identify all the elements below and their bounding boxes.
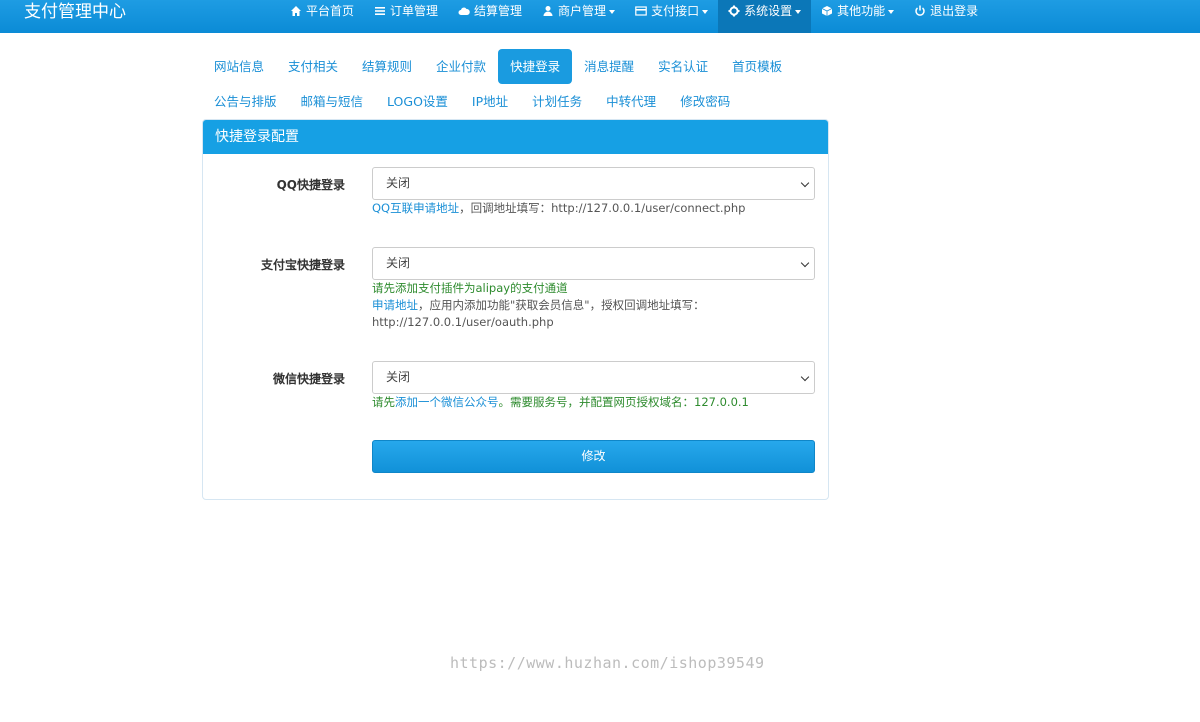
card-icon xyxy=(635,6,647,16)
wechat-login-label: 微信快捷登录 xyxy=(272,372,345,386)
wechat-login-select[interactable]: 关闭 xyxy=(372,361,815,394)
tab-announcement[interactable]: 公告与排版 xyxy=(202,84,289,119)
settings-tabs: 网站信息 支付相关 结算规则 企业付款 快捷登录 消息提醒 实名认证 首页模板 … xyxy=(202,49,832,119)
watermark-text: https://www.huzhan.com/ishop39549 xyxy=(450,654,765,672)
alipay-notice: 请先添加支付插件为alipay的支付通道 xyxy=(372,281,568,295)
top-navbar: 支付管理中心 平台首页 订单管理 结算管理 商户管理 支付接口 系统设置 其他功… xyxy=(0,0,1200,33)
alipay-help-text: ，应用内添加功能"获取会员信息"，授权回调地址填写： xyxy=(418,298,705,312)
tab-scheduled-tasks[interactable]: 计划任务 xyxy=(520,84,594,119)
qq-callback-text: ，回调地址填写：http://127.0.0.1/user/connect.ph… xyxy=(459,201,746,215)
nav-merchants[interactable]: 商户管理 xyxy=(532,0,625,33)
tab-payment[interactable]: 支付相关 xyxy=(276,49,350,84)
qq-login-select[interactable]: 关闭 xyxy=(372,167,815,200)
nav-merchants-label: 商户管理 xyxy=(558,4,607,18)
alipay-login-label: 支付宝快捷登录 xyxy=(260,258,345,272)
chevron-down-icon xyxy=(795,10,802,14)
alipay-callback-url: http://127.0.0.1/user/oauth.php xyxy=(372,315,554,329)
main-nav: 平台首页 订单管理 结算管理 商户管理 支付接口 系统设置 其他功能 退出登录 xyxy=(280,0,988,33)
qq-apply-link[interactable]: QQ互联申请地址 xyxy=(372,201,459,215)
alipay-login-value: 关闭 xyxy=(386,256,411,270)
tab-change-password[interactable]: 修改密码 xyxy=(668,84,742,119)
chevron-down-icon xyxy=(800,258,810,268)
nav-logout-label: 退出登录 xyxy=(930,4,979,18)
home-icon xyxy=(291,6,301,16)
submit-button[interactable]: 修改 xyxy=(372,440,815,473)
tab-enterprise-payment[interactable]: 企业付款 xyxy=(424,49,498,84)
tab-notifications[interactable]: 消息提醒 xyxy=(572,49,646,84)
cloud-icon xyxy=(458,7,470,15)
tab-settlement-rules[interactable]: 结算规则 xyxy=(350,49,424,84)
chevron-down-icon xyxy=(800,372,810,382)
wechat-notice-pre: 请先 xyxy=(372,395,395,409)
tab-proxy[interactable]: 中转代理 xyxy=(594,84,668,119)
alipay-login-select[interactable]: 关闭 xyxy=(372,247,815,280)
nav-orders-label: 订单管理 xyxy=(390,4,439,18)
nav-orders[interactable]: 订单管理 xyxy=(364,0,448,33)
chevron-down-icon xyxy=(702,10,709,14)
tab-quick-login[interactable]: 快捷登录 xyxy=(498,49,573,84)
chevron-down-icon xyxy=(609,10,616,14)
nav-other-functions[interactable]: 其他功能 xyxy=(811,0,904,33)
tab-real-name[interactable]: 实名认证 xyxy=(646,49,720,84)
panel-title: 快捷登录配置 xyxy=(203,120,828,154)
brand-title[interactable]: 支付管理中心 xyxy=(24,0,126,24)
qq-login-value: 关闭 xyxy=(386,176,411,190)
tab-homepage-template[interactable]: 首页模板 xyxy=(720,49,794,84)
nav-payment-api[interactable]: 支付接口 xyxy=(625,0,718,33)
tab-row-2: 公告与排版 邮箱与短信 LOGO设置 IP地址 计划任务 中转代理 修改密码 xyxy=(202,84,832,119)
wechat-notice-post: 。需要服务号，并配置网页授权域名：127.0.0.1 xyxy=(498,395,749,409)
wechat-login-help: 请先添加一个微信公众号。需要服务号，并配置网页授权域名：127.0.0.1 xyxy=(372,394,749,411)
nav-other-functions-label: 其他功能 xyxy=(837,4,886,18)
qq-login-help: QQ互联申请地址，回调地址填写：http://127.0.0.1/user/co… xyxy=(372,200,745,217)
nav-system-settings-label: 系统设置 xyxy=(744,4,793,18)
nav-logout[interactable]: 退出登录 xyxy=(904,0,988,33)
nav-system-settings[interactable]: 系统设置 xyxy=(718,0,812,33)
alipay-apply-link[interactable]: 申请地址 xyxy=(372,298,418,312)
nav-settlement[interactable]: 结算管理 xyxy=(448,0,532,33)
wechat-login-value: 关闭 xyxy=(386,370,411,384)
chevron-down-icon xyxy=(800,178,810,188)
chevron-down-icon xyxy=(888,10,895,14)
tab-ip-address[interactable]: IP地址 xyxy=(460,84,520,119)
quick-login-panel: 快捷登录配置 QQ快捷登录 关闭 QQ互联申请地址，回调地址填写：http://… xyxy=(202,119,829,500)
tab-email-sms[interactable]: 邮箱与短信 xyxy=(289,84,376,119)
nav-payment-api-label: 支付接口 xyxy=(651,4,700,18)
tab-row-1: 网站信息 支付相关 结算规则 企业付款 快捷登录 消息提醒 实名认证 首页模板 xyxy=(202,49,832,84)
alipay-login-help: 请先添加支付插件为alipay的支付通道 申请地址，应用内添加功能"获取会员信息… xyxy=(372,280,705,331)
user-icon xyxy=(543,6,553,16)
list-icon xyxy=(375,7,386,15)
tab-logo[interactable]: LOGO设置 xyxy=(375,84,460,119)
power-icon xyxy=(915,5,925,16)
qq-login-label: QQ快捷登录 xyxy=(276,178,345,192)
nav-home-label: 平台首页 xyxy=(306,4,355,18)
tab-site-info[interactable]: 网站信息 xyxy=(202,49,276,84)
cube-icon xyxy=(821,6,833,16)
nav-home[interactable]: 平台首页 xyxy=(280,0,364,33)
wechat-add-link[interactable]: 添加一个微信公众号 xyxy=(395,395,499,409)
nav-settlement-label: 结算管理 xyxy=(474,4,523,18)
gear-icon xyxy=(728,5,740,17)
